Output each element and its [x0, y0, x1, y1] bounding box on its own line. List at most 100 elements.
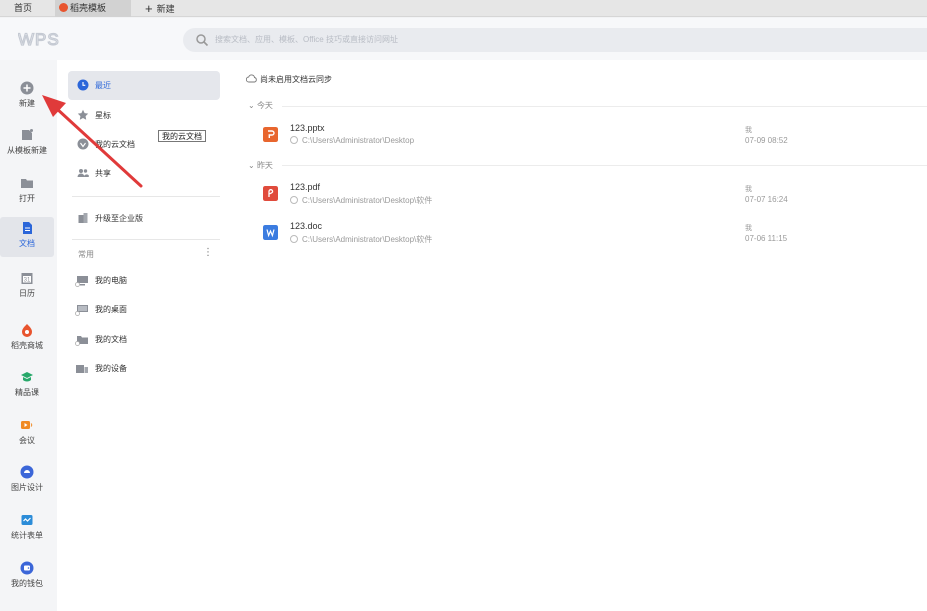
tab-docer-templates[interactable]: 稻壳模板 [55, 0, 131, 17]
group-yesterday-label[interactable]: ⌄ 昨天 [248, 160, 273, 171]
rail-stat-form[interactable]: 统计表单 [0, 509, 54, 551]
group-today-label[interactable]: ⌄ 今天 [248, 100, 273, 111]
rail-label: 会议 [19, 436, 35, 445]
file-time: 07-06 11:15 [745, 234, 788, 243]
search-placeholder: 搜索文档、应用、模板、Office 技巧或直接访问网址 [215, 35, 398, 44]
nav-label: 最近 [95, 81, 111, 90]
file-row[interactable]: 123.pptx C:\Users\Administrator\Desktop … [258, 123, 927, 153]
rail-label: 新建 [19, 99, 35, 108]
file-name: 123.doc [290, 221, 323, 231]
people-icon [77, 169, 89, 177]
common-section-label: 常用 [78, 250, 94, 259]
computer-icon [75, 276, 88, 287]
wallet-icon [20, 561, 34, 575]
nav-recent[interactable]: 最近 [68, 71, 220, 100]
course-icon [21, 372, 33, 382]
nav-label: 我的云文档 [95, 140, 135, 149]
divider [72, 196, 220, 197]
rail-new[interactable]: 新建 [0, 77, 54, 119]
left-rail: 新建 从模板新建 打开 文档 31 日历 稻壳商城 精品课 会议 图片设计 统计… [0, 60, 57, 611]
rail-meeting[interactable]: 会议 [0, 414, 54, 456]
nav-upgrade-enterprise[interactable]: 升级至企业版 [68, 204, 220, 233]
nav-label: 星标 [95, 111, 111, 120]
divider [72, 239, 220, 240]
docer-icon [59, 3, 68, 12]
file-time: 07-09 08:52 [745, 136, 788, 145]
more-options-icon[interactable]: ⋮ [203, 247, 213, 258]
building-icon [78, 213, 88, 223]
nav-starred[interactable]: 星标 [68, 101, 220, 130]
calendar-icon: 31 [21, 273, 33, 284]
rail-label: 稻壳商城 [11, 341, 43, 350]
tab-new-label: 新建 [156, 4, 175, 14]
rail-label: 图片设计 [11, 483, 43, 492]
folder-icon [21, 179, 33, 188]
pdf-file-icon [263, 186, 278, 201]
tab-home[interactable]: 首页 [14, 0, 32, 17]
star-icon [77, 109, 89, 120]
image-design-icon [20, 465, 34, 479]
tab-new[interactable]: + 新建 [145, 0, 175, 17]
rail-new-from-template[interactable]: 从模板新建 [0, 124, 54, 166]
nav-label: 共享 [95, 169, 111, 178]
doc-file-icon [263, 225, 278, 240]
cloud-docs-icon [77, 138, 89, 150]
devices-icon [76, 365, 88, 373]
rail-calendar[interactable]: 31 日历 [0, 267, 54, 309]
cloud-sync-status[interactable]: 尚未启用文档云同步 [246, 74, 332, 85]
nav-label: 升级至企业版 [95, 214, 143, 223]
file-owner: 我 [745, 225, 752, 232]
file-path: C:\Users\Administrator\Desktop\软件 [290, 195, 432, 206]
search-bar[interactable]: 搜索文档、应用、模板、Office 技巧或直接访问网址 [183, 28, 927, 52]
chevron-down-icon: ⌄ [248, 161, 257, 170]
file-row[interactable]: 123.pdf C:\Users\Administrator\Desktop\软… [258, 182, 927, 212]
group-divider [282, 106, 927, 107]
rail-label: 我的钱包 [11, 579, 43, 588]
tab-docer-label: 稻壳模板 [70, 3, 107, 13]
header: WPS 搜索文档、应用、模板、Office 技巧或直接访问网址 [0, 18, 927, 60]
location-icon [290, 136, 298, 144]
rail-image-design[interactable]: 图片设计 [0, 461, 54, 503]
tooltip: 我的云文档 [158, 130, 206, 142]
plus-circle-icon [20, 81, 34, 95]
file-time: 07-07 16:24 [745, 195, 788, 204]
svg-text:WPS: WPS [18, 30, 60, 48]
tab-bar: 首页 稻壳模板 + 新建 [0, 0, 927, 17]
location-icon [290, 196, 298, 204]
file-path: C:\Users\Administrator\Desktop\软件 [290, 234, 432, 245]
sync-text: 尚未启用文档云同步 [260, 75, 332, 84]
rail-documents[interactable]: 文档 [0, 217, 54, 257]
rail-open[interactable]: 打开 [0, 172, 54, 214]
nav-shared[interactable]: 共享 [68, 159, 220, 188]
desktop-icon [75, 305, 88, 316]
place-label: 我的电脑 [95, 276, 127, 285]
rail-label: 统计表单 [11, 531, 43, 540]
svg-text:31: 31 [24, 278, 31, 284]
rail-premium-course[interactable]: 精品课 [0, 366, 54, 408]
place-label: 我的文档 [95, 335, 127, 344]
rail-label: 日历 [19, 289, 35, 298]
file-name: 123.pptx [290, 123, 325, 133]
docer-store-icon [22, 324, 32, 337]
file-name: 123.pdf [290, 182, 321, 192]
rail-label: 精品课 [15, 388, 39, 397]
rail-label: 文档 [19, 239, 35, 248]
clock-icon [77, 79, 89, 91]
pptx-file-icon [263, 127, 278, 142]
file-row[interactable]: 123.doc C:\Users\Administrator\Desktop\软… [258, 221, 927, 251]
meeting-icon [21, 421, 33, 429]
file-path: C:\Users\Administrator\Desktop [290, 136, 414, 145]
rail-docer-store[interactable]: 稻壳商城 [0, 319, 54, 361]
plus-icon: + [145, 1, 153, 16]
place-label: 我的设备 [95, 364, 127, 373]
rail-wallet[interactable]: 我的钱包 [0, 557, 54, 599]
place-label: 我的桌面 [95, 305, 127, 314]
rail-label: 打开 [19, 194, 35, 203]
file-owner: 我 [745, 186, 752, 193]
location-icon [290, 235, 298, 243]
template-icon [22, 129, 33, 140]
group-divider [282, 165, 927, 166]
rail-label: 从模板新建 [7, 146, 47, 155]
cloud-icon [246, 74, 257, 83]
search-icon [196, 34, 209, 47]
